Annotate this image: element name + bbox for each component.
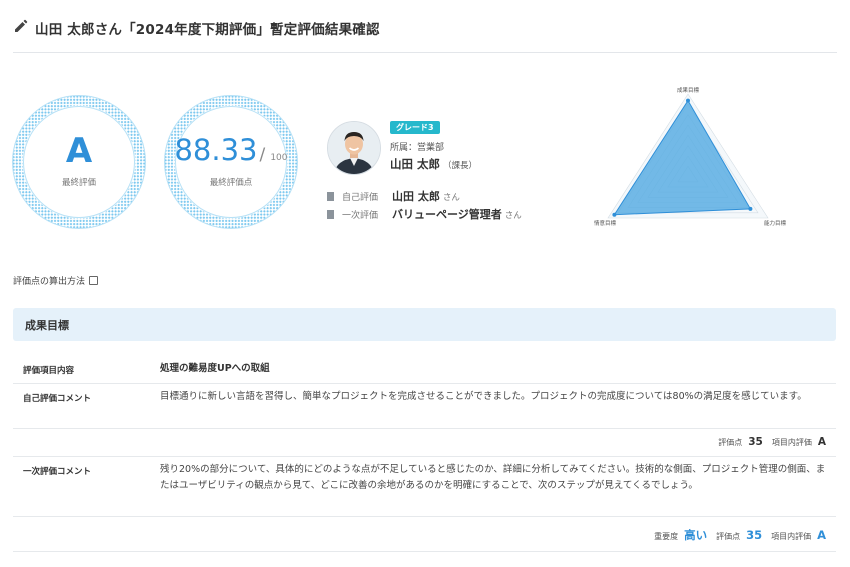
first-evaluator-suffix: さん <box>504 211 522 221</box>
self-evaluator-row: 自己評価 山田 太郎 さん <box>327 188 460 204</box>
self-rating-label: 項目内評価 <box>771 438 812 447</box>
first-score-line: 重要度 高い 評価点 35 項目内評価 A <box>654 527 826 543</box>
first-comment: 残り20%の部分について、具体的にどのような点が不足していると感じたのか、詳細に… <box>160 464 826 491</box>
table-row: 重要度 高い 評価点 35 項目内評価 A <box>13 516 836 552</box>
self-evaluator-label: 自己評価 <box>342 193 379 203</box>
employee-name: 山田 太郎 <box>390 157 441 171</box>
final-score-value: 88.33 <box>174 133 258 167</box>
item-value: 処理の難易度UPへの取組 <box>160 363 270 374</box>
first-rating-label: 項目内評価 <box>771 532 812 541</box>
self-rating: A <box>817 436 826 448</box>
first-comment-label: 一次評価コメント <box>23 467 92 477</box>
avatar <box>327 121 381 175</box>
radar-label-top: 成果目標 <box>677 86 700 94</box>
radar-label-right: 能力目標 <box>764 219 787 227</box>
radar-point-2 <box>612 212 617 217</box>
table-row: 自己評価コメント 目標通りに新しい言語を習得し、簡単なプロジェクトを完成させるこ… <box>13 383 836 429</box>
first-evaluator-label: 一次評価 <box>342 211 379 221</box>
self-comment-label: 自己評価コメント <box>23 394 92 404</box>
radar-chart: 成果目標 能力目標 情意目標 <box>594 86 787 227</box>
self-evaluator-suffix: さん <box>442 193 460 203</box>
radar-point-0 <box>686 98 690 103</box>
slash-separator: / <box>259 145 266 165</box>
radar-label-left: 情意目標 <box>594 219 617 227</box>
item-label: 評価項目内容 <box>23 366 75 376</box>
importance-label: 重要度 <box>654 532 679 541</box>
self-score: 35 <box>748 436 763 448</box>
calc-method-label: 評価点の算出方法 <box>13 277 86 287</box>
radar-point-1 <box>748 206 753 211</box>
page-header: 山田 太郎さん「2024年度下期評価」暫定評価結果確認 <box>13 14 837 53</box>
final-score-label: 最終評価点 <box>209 178 253 188</box>
employee-name-row: 山田 太郎 （課長） <box>390 156 477 172</box>
external-link-icon <box>89 276 99 285</box>
self-comment: 目標通りに新しい言語を習得し、簡単なプロジェクトを完成させることができました。プ… <box>160 391 807 402</box>
first-score-label: 評価点 <box>716 532 741 541</box>
department: 所属：営業部 <box>390 143 445 153</box>
document-icon <box>327 192 334 201</box>
first-score: 35 <box>746 528 763 542</box>
calc-method-link[interactable]: 評価点の算出方法 <box>13 274 99 287</box>
first-evaluator-row: 一次評価 バリューページ管理者 さん <box>327 206 522 222</box>
self-score-line: 評価点 35 項目内評価 A <box>718 436 826 448</box>
document-icon <box>327 210 334 219</box>
first-evaluator-name: バリューページ管理者 <box>392 208 502 221</box>
first-rating: A <box>817 528 826 542</box>
grade-badge: グレード3 <box>390 121 440 134</box>
section-title: 成果目標 <box>25 319 69 332</box>
employee-position: （課長） <box>443 161 478 171</box>
self-score-label: 評価点 <box>718 438 743 447</box>
final-score-max: 100 <box>270 153 288 163</box>
table-row: 評価点 35 項目内評価 A <box>13 428 836 457</box>
final-score-ring: 88.33/ 100 最終評価点 <box>164 95 298 229</box>
final-grade-label: 最終評価 <box>61 178 96 188</box>
table-row: 一次評価コメント 残り20%の部分について、具体的にどのような点が不足していると… <box>13 456 836 517</box>
table-row: 評価項目内容 処理の難易度UPへの取組 <box>13 355 836 384</box>
pencil-icon <box>15 19 28 32</box>
importance-value: 高い <box>684 528 708 542</box>
final-grade-value: A <box>65 131 93 171</box>
section-header: 成果目標 <box>13 308 836 341</box>
self-evaluator-name: 山田 太郎 <box>392 190 440 203</box>
page-title: 山田 太郎さん「2024年度下期評価」暫定評価結果確認 <box>35 22 380 38</box>
final-grade-ring: A 最終評価 <box>12 95 146 229</box>
radar-series-area <box>613 99 752 216</box>
final-score: 88.33/ 100 <box>164 133 298 167</box>
